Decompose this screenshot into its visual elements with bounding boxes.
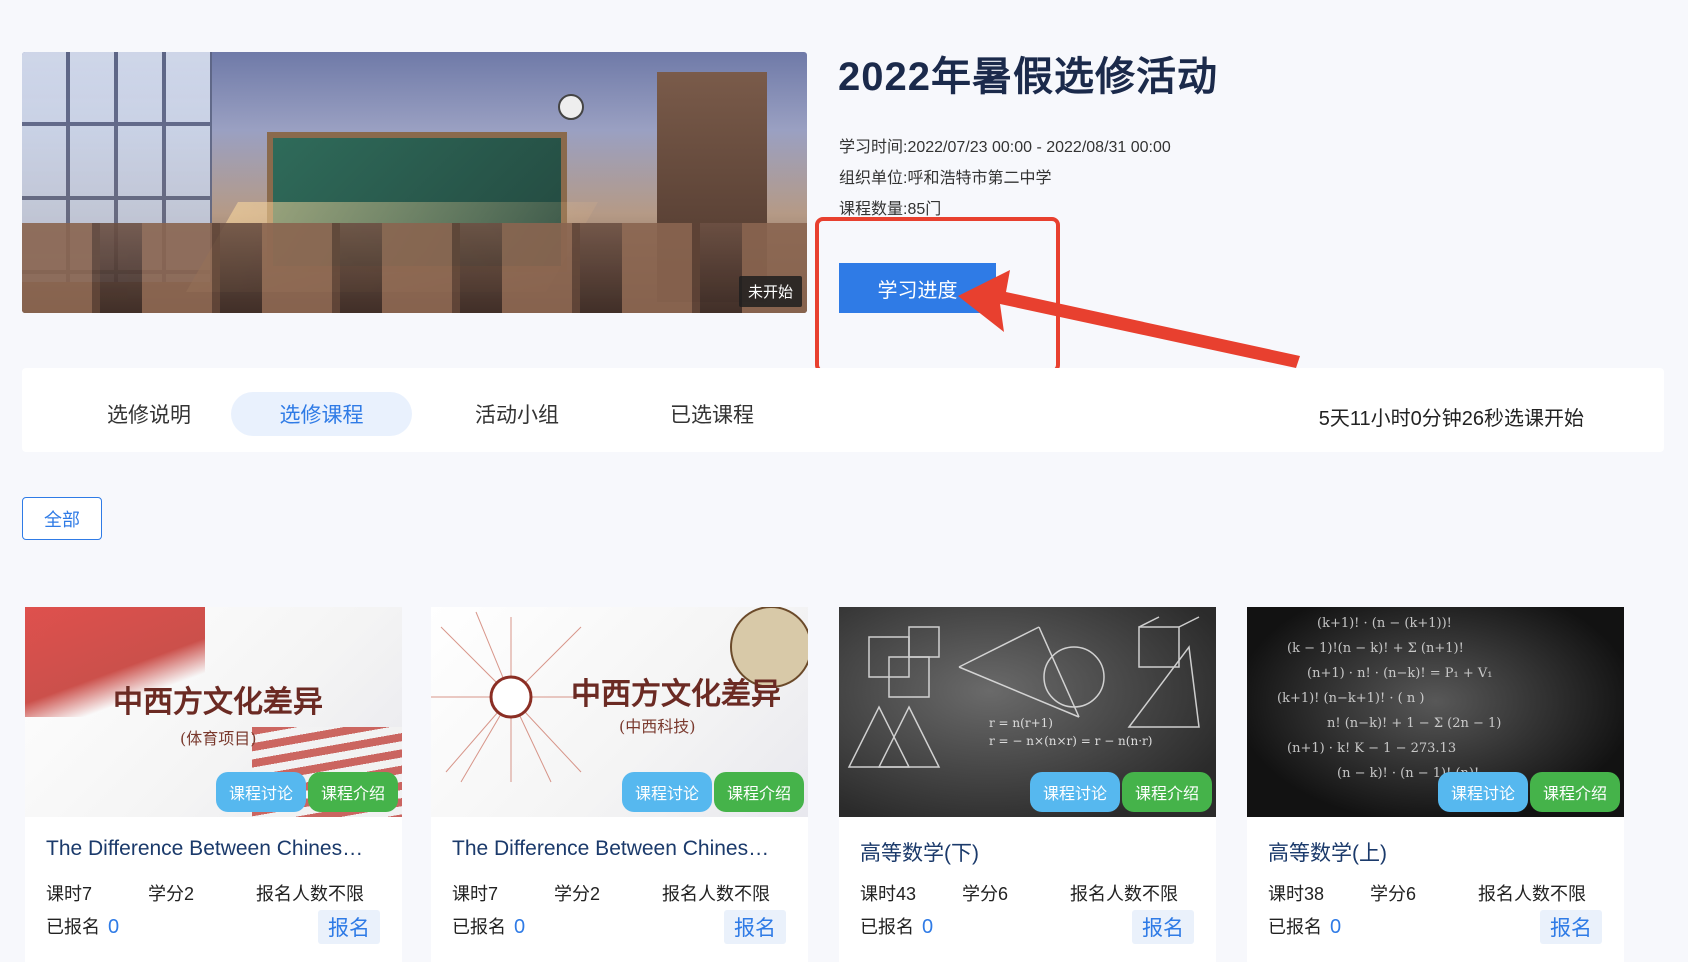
- status-badge: 未开始: [738, 276, 802, 307]
- activity-cover-image: 未开始: [22, 52, 807, 313]
- course-count-label: 课程数量:: [839, 201, 908, 218]
- cover-subtitle: (体育项目): [180, 729, 257, 748]
- enrolled-count: 已报名 0: [1268, 913, 1341, 939]
- cover-title: 中西方文化差异: [113, 685, 323, 720]
- course-discussion-button[interactable]: 课程讨论: [1030, 772, 1120, 812]
- org-label: 组织单位:: [839, 170, 908, 187]
- course-name[interactable]: 高等数学(下): [860, 837, 1190, 867]
- course-count-value: 85门: [907, 201, 942, 218]
- course-credit: 学分6: [962, 884, 1009, 904]
- enrolled-count: 已报名 0: [452, 913, 525, 939]
- course-cover-image: 中西方文化差异 (体育项目) 课程讨论 课程介绍: [25, 607, 402, 817]
- study-time-value: 2022/07/23 00:00 - 2022/08/31 00:00: [907, 139, 1171, 156]
- course-hours: 课时43: [860, 884, 917, 904]
- course-discussion-button[interactable]: 课程讨论: [622, 772, 712, 812]
- selection-countdown: 5天11小时0分钟26秒选课开始: [1318, 408, 1584, 430]
- enrolled-number: 0: [514, 916, 526, 938]
- course-credit: 学分2: [554, 884, 601, 904]
- course-discussion-button[interactable]: 课程讨论: [216, 772, 306, 812]
- enrolled-label: 已报名: [860, 917, 914, 937]
- clock-art: [558, 94, 584, 120]
- course-card[interactable]: r = n(r+1) r = − n×(n×r) = r − n(n·r) 课程…: [839, 607, 1216, 962]
- tab-activity-group[interactable]: 活动小组: [432, 392, 602, 436]
- enrolled-label: 已报名: [1268, 917, 1322, 937]
- enrolled-label: 已报名: [46, 917, 100, 937]
- svg-text:(k − 1)!(n − k)! + Σ (n+1)!: (k − 1)!(n − k)! + Σ (n+1)!: [1287, 641, 1464, 656]
- enroll-limit: 报名人数不限: [662, 884, 770, 904]
- signup-button[interactable]: 报名: [318, 910, 380, 944]
- svg-text:r = n(r+1): r = n(r+1): [989, 716, 1053, 730]
- course-intro-button[interactable]: 课程介绍: [1530, 772, 1620, 812]
- course-intro-button[interactable]: 课程介绍: [714, 772, 804, 812]
- course-card[interactable]: 中西方文化差异 (体育项目) 课程讨论 课程介绍 The Difference …: [25, 607, 402, 962]
- course-cover-image: 中西方文化差异 (中西科技) 课程讨论 课程介绍: [431, 607, 808, 817]
- enrolled-number: 0: [1330, 916, 1342, 938]
- svg-text:(k+1)! (n−k+1)! · ( n ): (k+1)! (n−k+1)! · ( n ): [1277, 691, 1424, 706]
- course-cover-image: (k+1)! · (n − (k+1))! (k − 1)!(n − k)! +…: [1247, 607, 1624, 817]
- activity-meta: 学习时间:2022/07/23 00:00 - 2022/08/31 00:00…: [839, 132, 1171, 225]
- tab-bar: 选修说明 选修课程 活动小组 已选课程 5天11小时0分钟26秒选课开始: [22, 368, 1664, 452]
- tab-elective-info[interactable]: 选修说明: [64, 392, 234, 436]
- course-card[interactable]: 中西方文化差异 (中西科技) 课程讨论 课程介绍 The Difference …: [431, 607, 808, 962]
- page-title: 2022年暑假选修活动: [838, 55, 1218, 99]
- enrolled-count: 已报名 0: [46, 913, 119, 939]
- course-hours: 课时38: [1268, 884, 1325, 904]
- svg-text:r = − n×(n×r) = r − n(n·r): r = − n×(n×r) = r − n(n·r): [989, 734, 1152, 748]
- filter-all-button[interactable]: 全部: [22, 497, 102, 540]
- enrolled-label: 已报名: [452, 917, 506, 937]
- enrolled-number: 0: [108, 916, 120, 938]
- svg-text:n! (n−k)! + 1 − Σ (2n − 1): n! (n−k)! + 1 − Σ (2n − 1): [1327, 716, 1501, 731]
- study-time-row: 学习时间:2022/07/23 00:00 - 2022/08/31 00:00: [839, 132, 1171, 163]
- course-discussion-button[interactable]: 课程讨论: [1438, 772, 1528, 812]
- course-intro-button[interactable]: 课程介绍: [308, 772, 398, 812]
- enroll-limit: 报名人数不限: [1478, 884, 1586, 904]
- tab-selected-courses[interactable]: 已选课程: [627, 392, 797, 436]
- study-time-label: 学习时间:: [839, 139, 908, 156]
- course-cover-image: r = n(r+1) r = − n×(n×r) = r − n(n·r) 课程…: [839, 607, 1216, 817]
- course-intro-button[interactable]: 课程介绍: [1122, 772, 1212, 812]
- course-card[interactable]: (k+1)! · (n − (k+1))! (k − 1)!(n − k)! +…: [1247, 607, 1624, 962]
- enrolled-count: 已报名 0: [860, 913, 933, 939]
- signup-button[interactable]: 报名: [1132, 910, 1194, 944]
- svg-text:(n+1) · k! K − 1 − 273.13: (n+1) · k! K − 1 − 273.13: [1287, 741, 1456, 756]
- org-row: 组织单位:呼和浩特市第二中学: [839, 163, 1171, 194]
- org-value: 呼和浩特市第二中学: [907, 170, 1052, 187]
- desks-art: [22, 223, 807, 313]
- course-hours: 课时7: [452, 884, 499, 904]
- signup-button[interactable]: 报名: [724, 910, 786, 944]
- enroll-limit: 报名人数不限: [1070, 884, 1178, 904]
- svg-text:(n+1) · n! · (n−k)! = P₁ + V₁: (n+1) · n! · (n−k)! = P₁ + V₁: [1307, 666, 1492, 681]
- course-name[interactable]: 高等数学(上): [1268, 837, 1598, 867]
- cover-title: 中西方文化差异: [571, 677, 781, 712]
- course-credit: 学分6: [1370, 884, 1417, 904]
- svg-text:(k+1)! · (n − (k+1))!: (k+1)! · (n − (k+1))!: [1317, 616, 1452, 631]
- course-credit: 学分2: [148, 884, 195, 904]
- course-name[interactable]: The Difference Between Chines…: [46, 837, 376, 861]
- course-name[interactable]: The Difference Between Chines…: [452, 837, 782, 861]
- signup-button[interactable]: 报名: [1540, 910, 1602, 944]
- enroll-limit: 报名人数不限: [256, 884, 364, 904]
- course-hours: 课时7: [46, 884, 93, 904]
- cover-subtitle: (中西科技): [619, 717, 696, 736]
- annotation-highlight-box: [815, 217, 1060, 373]
- tab-elective-courses[interactable]: 选修课程: [231, 392, 412, 436]
- enrolled-number: 0: [922, 916, 934, 938]
